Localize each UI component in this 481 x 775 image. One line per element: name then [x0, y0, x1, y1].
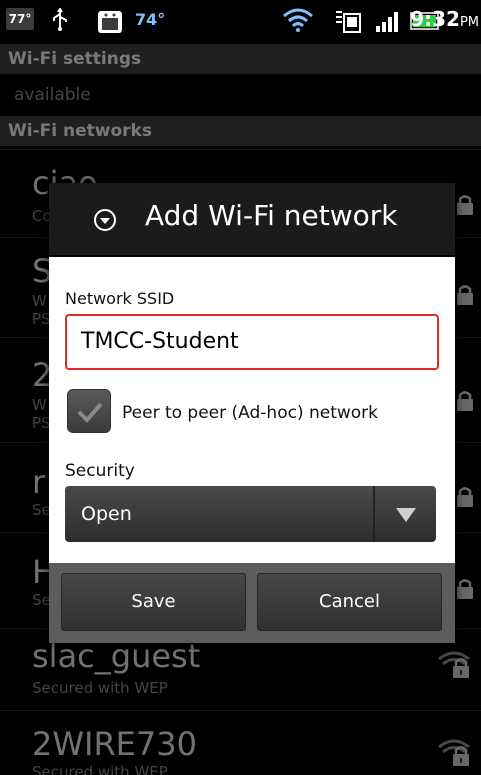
dialog-title: Add Wi-Fi network — [145, 199, 398, 232]
clock-time: 9:32 — [410, 7, 460, 31]
data-sync-icon — [336, 11, 361, 33]
status-bar: 77° 74° 9:32PM — [0, 0, 481, 40]
ssid-input[interactable]: TMCC-Student — [65, 314, 439, 370]
chevron-down-icon — [396, 508, 416, 522]
temperature-text: 74° — [135, 10, 166, 29]
security-value: Open — [81, 503, 132, 525]
checkmark-icon — [77, 402, 103, 423]
add-wifi-dialog: Add Wi-Fi network Network SSID TMCC-Stud… — [49, 183, 455, 643]
signal-icon — [376, 12, 398, 32]
wifi-icon — [283, 8, 313, 32]
security-dropdown[interactable]: Open — [65, 486, 436, 542]
ssid-label: Network SSID — [65, 289, 175, 308]
android-icon — [98, 11, 122, 33]
save-button[interactable]: Save — [61, 573, 246, 631]
dialog-title-bar: Add Wi-Fi network — [49, 183, 455, 257]
dialog-button-bar: Save Cancel — [49, 563, 455, 643]
expand-circle-icon — [94, 209, 116, 231]
weather-badge: 77° — [6, 8, 34, 30]
dropdown-divider — [373, 486, 375, 542]
usb-icon — [53, 8, 67, 31]
cancel-button[interactable]: Cancel — [257, 573, 442, 631]
clock-ampm: PM — [459, 15, 479, 30]
clock: 9:32PM — [410, 7, 479, 31]
adhoc-checkbox[interactable] — [67, 389, 111, 433]
adhoc-label: Peer to peer (Ad-hoc) network — [122, 403, 379, 423]
security-label: Security — [65, 461, 135, 481]
